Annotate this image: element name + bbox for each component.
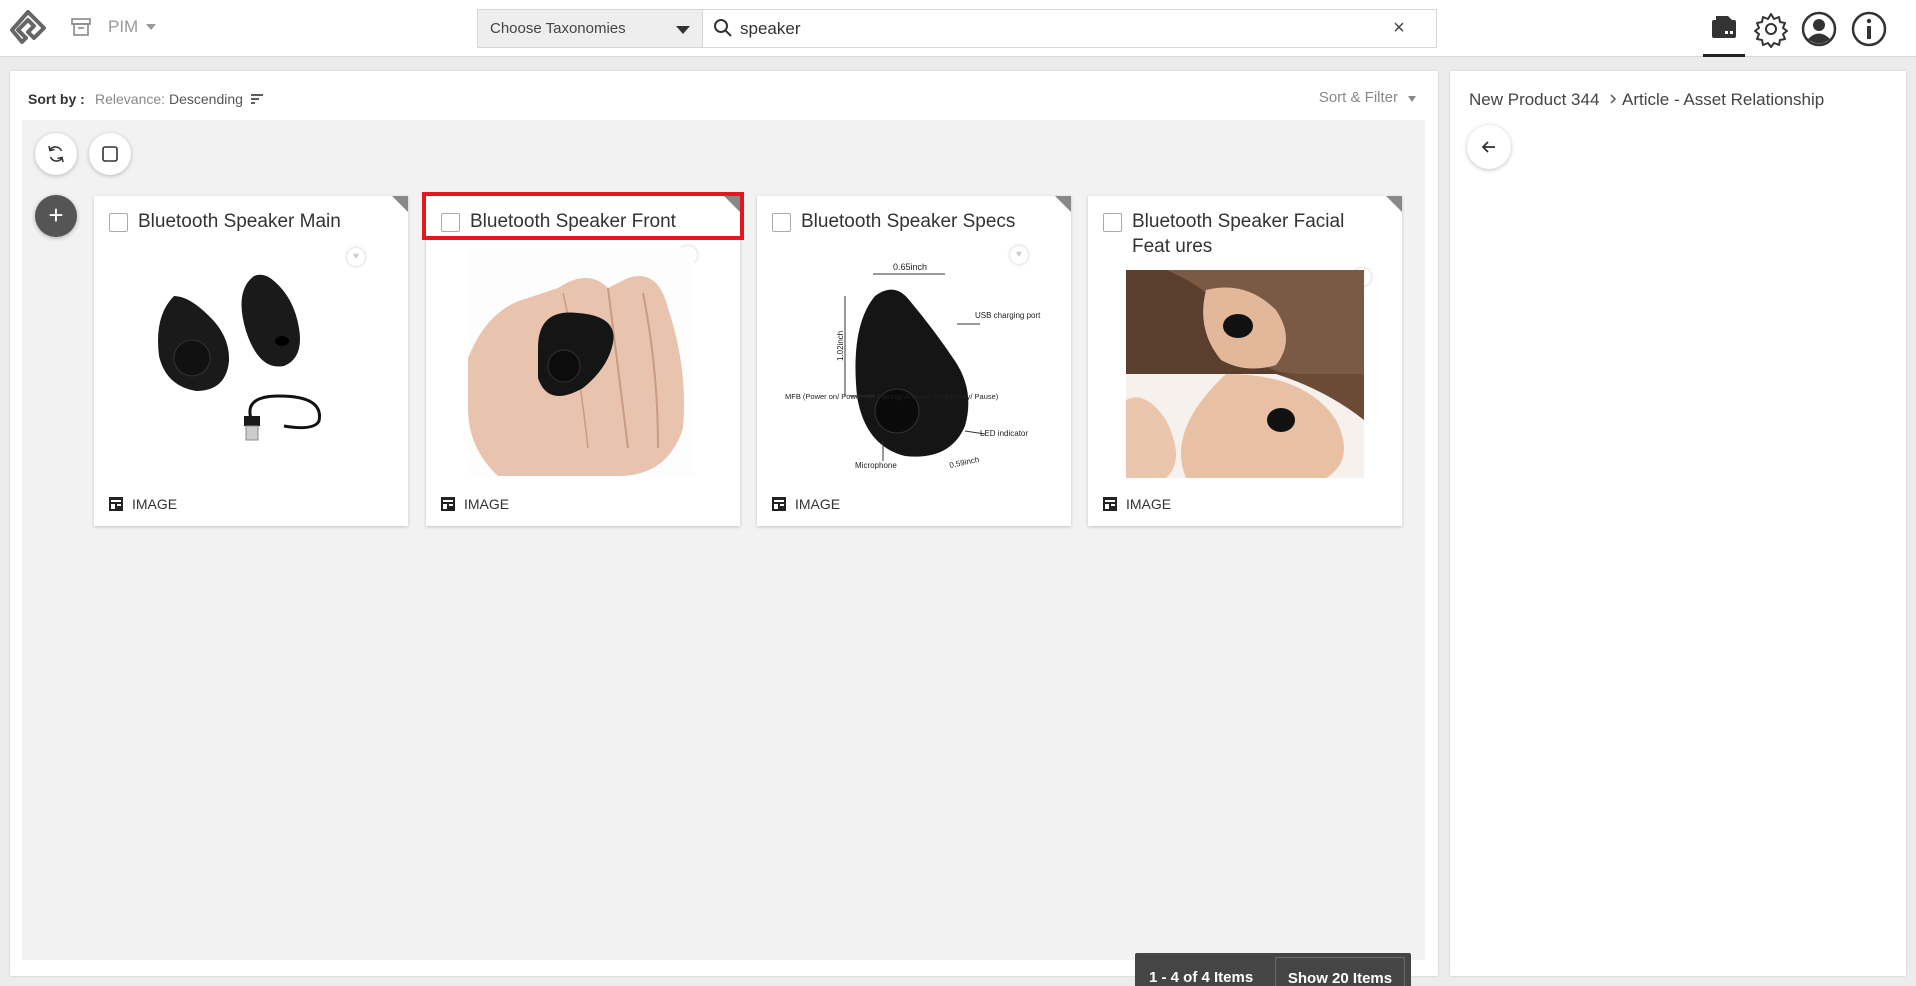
- product-diagram[interactable]: 0.65inch USB charging port 1.02inch MFB …: [785, 256, 1045, 478]
- assets-tab[interactable]: [1703, 0, 1745, 57]
- breadcrumb-product[interactable]: New Product 344: [1469, 90, 1599, 110]
- asset-card[interactable]: Bluetooth Speaker Facial Feat ures ♥ IMA…: [1088, 196, 1402, 526]
- card-corner-marker: [392, 196, 408, 212]
- spec-mic-label: Microphone: [855, 461, 897, 470]
- logo-icon[interactable]: [6, 8, 50, 48]
- spec-height-label: 1.02inch: [836, 331, 845, 361]
- card-checkbox[interactable]: [1103, 213, 1122, 232]
- checkbox-icon: [102, 146, 118, 162]
- product-image[interactable]: [134, 256, 374, 466]
- asset-grid-area: + Bluetooth Speaker Main ♥ IMAGE Bluetoo…: [22, 120, 1425, 986]
- image-type-icon: [772, 497, 786, 511]
- refresh-button[interactable]: [35, 133, 77, 175]
- breadcrumb-relationship: Article - Asset Relationship: [1622, 90, 1825, 109]
- asset-card[interactable]: Bluetooth Speaker Main ♥ IMAGE: [94, 196, 408, 526]
- card-checkbox[interactable]: [109, 213, 128, 232]
- clear-icon[interactable]: ×: [1390, 18, 1408, 38]
- top-bar: PIM Choose Taxonomies ×: [0, 0, 1916, 57]
- card-title[interactable]: Bluetooth Speaker Facial Feat ures: [1132, 209, 1387, 259]
- app-switcher-label[interactable]: PIM: [108, 17, 138, 37]
- search-bar: Choose Taxonomies ×: [477, 9, 1437, 48]
- spec-led-label: LED indicator: [980, 429, 1028, 438]
- spec-usb-label: USB charging port: [975, 311, 1041, 320]
- back-button[interactable]: [1467, 125, 1511, 169]
- archive-icon[interactable]: [70, 16, 92, 38]
- chevron-down-icon[interactable]: [1408, 96, 1416, 102]
- card-checkbox[interactable]: [441, 213, 460, 232]
- chevron-right-icon: [1610, 94, 1617, 104]
- taxonomy-dropdown-label: Choose Taxonomies: [490, 20, 626, 37]
- user-icon[interactable]: [1800, 10, 1838, 48]
- image-type-icon: [109, 497, 123, 511]
- page-size-button[interactable]: Show 20 Items: [1275, 957, 1405, 986]
- info-icon[interactable]: [1850, 10, 1888, 48]
- asset-type-label: IMAGE: [132, 496, 178, 512]
- asset-type-label: IMAGE: [1126, 496, 1172, 512]
- asset-type-label: IMAGE: [464, 496, 510, 512]
- asset-type-label: IMAGE: [795, 496, 841, 512]
- card-title[interactable]: Bluetooth Speaker Specs: [801, 209, 1056, 234]
- asset-card[interactable]: Bluetooth Speaker Specs ♥ 0.65inch USB c…: [757, 196, 1071, 526]
- refresh-icon: [48, 145, 64, 163]
- image-type-icon: [1103, 497, 1117, 511]
- details-panel: New Product 344 Article - Asset Relation…: [1450, 71, 1906, 976]
- chevron-down-icon[interactable]: [146, 24, 156, 30]
- product-image[interactable]: [1126, 270, 1364, 478]
- asset-card[interactable]: Bluetooth Speaker Front ♥ IMAGE: [422, 192, 744, 526]
- spec-mfb-label: MFB (Power on/ Power off/ Pairing/ Answe…: [785, 392, 999, 401]
- search-icon: [714, 19, 732, 37]
- settings-icon[interactable]: [1752, 10, 1790, 48]
- spec-depth-label: 0.59inch: [949, 455, 980, 470]
- card-title[interactable]: Bluetooth Speaker Front: [422, 192, 744, 240]
- item-count: 1 - 4 of 4 Items: [1149, 969, 1254, 986]
- sort-field-label[interactable]: Relevance:: [95, 91, 165, 107]
- spec-width-label: 0.65inch: [893, 262, 927, 272]
- sort-by-label: Sort by :: [28, 91, 85, 107]
- caret-down-icon: [676, 26, 690, 34]
- asset-list-panel: Sort by : Relevance: Descending Sort & F…: [10, 71, 1438, 986]
- card-corner-marker: [1055, 196, 1071, 212]
- taxonomy-dropdown[interactable]: Choose Taxonomies: [478, 10, 703, 47]
- sort-order-label[interactable]: Descending: [169, 91, 243, 107]
- pagination-bar: 1 - 4 of 4 Items Show 20 Items: [1135, 953, 1411, 986]
- card-checkbox[interactable]: [772, 213, 791, 232]
- add-asset-button[interactable]: +: [35, 195, 77, 237]
- search-input[interactable]: [740, 15, 1380, 42]
- select-all-button[interactable]: [89, 133, 131, 175]
- sort-filter-toggle[interactable]: Sort & Filter: [1319, 89, 1398, 106]
- arrow-left-icon: [1481, 141, 1495, 153]
- card-title[interactable]: Bluetooth Speaker Main: [138, 209, 393, 234]
- card-title-text: Bluetooth Speaker Front: [470, 211, 676, 232]
- product-image[interactable]: [468, 248, 694, 476]
- image-type-icon: [441, 497, 455, 511]
- sort-order-icon[interactable]: [250, 93, 264, 105]
- card-corner-marker: [1386, 196, 1402, 212]
- assets-icon: [1712, 16, 1736, 38]
